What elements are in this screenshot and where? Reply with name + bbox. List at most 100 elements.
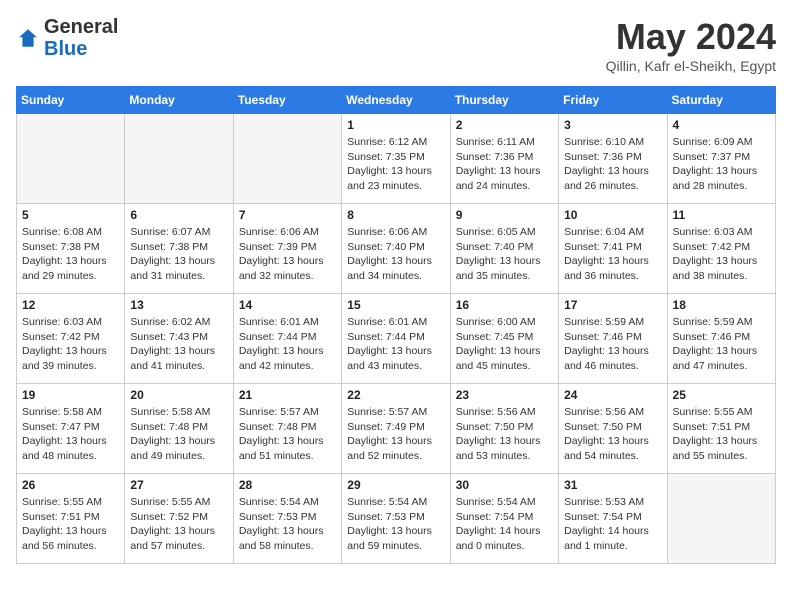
calendar-cell: 31Sunrise: 5:53 AMSunset: 7:54 PMDayligh… — [559, 474, 667, 564]
logo: General Blue — [16, 16, 118, 60]
cell-content: Sunrise: 5:56 AMSunset: 7:50 PMDaylight:… — [456, 405, 553, 464]
month-title: May 2024 — [606, 16, 776, 58]
day-number: 27 — [130, 478, 227, 492]
day-number: 3 — [564, 118, 661, 132]
cell-content: Sunrise: 5:57 AMSunset: 7:49 PMDaylight:… — [347, 405, 444, 464]
day-number: 7 — [239, 208, 336, 222]
cell-content: Sunrise: 5:58 AMSunset: 7:47 PMDaylight:… — [22, 405, 119, 464]
calendar-cell — [667, 474, 775, 564]
day-number: 2 — [456, 118, 553, 132]
calendar-cell: 24Sunrise: 5:56 AMSunset: 7:50 PMDayligh… — [559, 384, 667, 474]
day-number: 10 — [564, 208, 661, 222]
day-number: 20 — [130, 388, 227, 402]
logo-text: General Blue — [44, 16, 118, 60]
day-number: 19 — [22, 388, 119, 402]
title-area: May 2024 Qillin, Kafr el-Sheikh, Egypt — [606, 16, 776, 74]
weekday-header-row: SundayMondayTuesdayWednesdayThursdayFrid… — [17, 87, 776, 114]
calendar-cell: 7 Sunrise: 6:06 AMSunset: 7:39 PMDaylight… — [233, 204, 341, 294]
cell-content: Sunrise: 6:05 AMSunset: 7:40 PMDaylight:… — [456, 225, 553, 284]
page-header: General Blue May 2024 Qillin, Kafr el-Sh… — [16, 16, 776, 74]
cell-content: Sunrise: 6:00 AMSunset: 7:45 PMDaylight:… — [456, 315, 553, 374]
cell-content: Sunrise: 5:54 AMSunset: 7:54 PMDaylight:… — [456, 495, 553, 554]
day-number: 18 — [673, 298, 770, 312]
calendar-cell: 12Sunrise: 6:03 AMSunset: 7:42 PMDayligh… — [17, 294, 125, 384]
calendar-cell: 27 Sunrise: 5:55 AMSunset: 7:52 PMDayligh… — [125, 474, 233, 564]
calendar-cell: 15 Sunrise: 6:01 AMSunset: 7:44 PMDayligh… — [342, 294, 450, 384]
week-row-3: 12Sunrise: 6:03 AMSunset: 7:42 PMDayligh… — [17, 294, 776, 384]
day-number: 11 — [673, 208, 770, 222]
cell-content: Sunrise: 6:12 AMSunset: 7:35 PMDaylight:… — [347, 135, 444, 194]
calendar-cell: 26 Sunrise: 5:55 AMSunset: 7:51 PMDayligh… — [17, 474, 125, 564]
calendar-cell: 18 Sunrise: 5:59 AMSunset: 7:46 PMDayligh… — [667, 294, 775, 384]
weekday-header-monday: Monday — [125, 87, 233, 114]
calendar-cell: 6 Sunrise: 6:07 AMSunset: 7:38 PMDaylight… — [125, 204, 233, 294]
weekday-header-wednesday: Wednesday — [342, 87, 450, 114]
day-number: 5 — [22, 208, 119, 222]
calendar-cell: 1Sunrise: 6:12 AMSunset: 7:35 PMDaylight… — [342, 114, 450, 204]
calendar-cell: 28 Sunrise: 5:54 AMSunset: 7:53 PMDayligh… — [233, 474, 341, 564]
cell-content: Sunrise: 5:55 AMSunset: 7:51 PMDaylight:… — [22, 495, 119, 554]
day-number: 14 — [239, 298, 336, 312]
calendar-cell: 16 Sunrise: 6:00 AMSunset: 7:45 PMDayligh… — [450, 294, 558, 384]
calendar-cell: 22 Sunrise: 5:57 AMSunset: 7:49 PMDayligh… — [342, 384, 450, 474]
day-number: 31 — [564, 478, 661, 492]
calendar-cell: 9Sunrise: 6:05 AMSunset: 7:40 PMDaylight… — [450, 204, 558, 294]
calendar-cell — [17, 114, 125, 204]
cell-content: Sunrise: 5:59 AMSunset: 7:46 PMDaylight:… — [673, 315, 770, 374]
cell-content: Sunrise: 6:04 AMSunset: 7:41 PMDaylight:… — [564, 225, 661, 284]
day-number: 24 — [564, 388, 661, 402]
logo-general: General — [44, 16, 118, 38]
cell-content: Sunrise: 6:11 AMSunset: 7:36 PMDaylight:… — [456, 135, 553, 194]
cell-content: Sunrise: 6:08 AMSunset: 7:38 PMDaylight:… — [22, 225, 119, 284]
day-number: 23 — [456, 388, 553, 402]
weekday-header-friday: Friday — [559, 87, 667, 114]
cell-content: Sunrise: 6:06 AMSunset: 7:39 PMDaylight:… — [239, 225, 336, 284]
calendar-cell: 8Sunrise: 6:06 AMSunset: 7:40 PMDaylight… — [342, 204, 450, 294]
day-number: 25 — [673, 388, 770, 402]
calendar-cell: 23 Sunrise: 5:56 AMSunset: 7:50 PMDayligh… — [450, 384, 558, 474]
day-number: 12 — [22, 298, 119, 312]
day-number: 15 — [347, 298, 444, 312]
cell-content: Sunrise: 6:02 AMSunset: 7:43 PMDaylight:… — [130, 315, 227, 374]
week-row-4: 19 Sunrise: 5:58 AMSunset: 7:47 PMDayligh… — [17, 384, 776, 474]
day-number: 21 — [239, 388, 336, 402]
week-row-2: 5 Sunrise: 6:08 AMSunset: 7:38 PMDaylight… — [17, 204, 776, 294]
cell-content: Sunrise: 6:01 AMSunset: 7:44 PMDaylight:… — [347, 315, 444, 374]
day-number: 17 — [564, 298, 661, 312]
week-row-1: 1Sunrise: 6:12 AMSunset: 7:35 PMDaylight… — [17, 114, 776, 204]
logo-blue: Blue — [44, 38, 87, 60]
day-number: 26 — [22, 478, 119, 492]
day-number: 8 — [347, 208, 444, 222]
calendar-cell: 4 Sunrise: 6:09 AMSunset: 7:37 PMDaylight… — [667, 114, 775, 204]
cell-content: Sunrise: 5:54 AMSunset: 7:53 PMDaylight:… — [347, 495, 444, 554]
cell-content: Sunrise: 6:09 AMSunset: 7:37 PMDaylight:… — [673, 135, 770, 194]
cell-content: Sunrise: 5:58 AMSunset: 7:48 PMDaylight:… — [130, 405, 227, 464]
day-number: 6 — [130, 208, 227, 222]
cell-content: Sunrise: 6:01 AMSunset: 7:44 PMDaylight:… — [239, 315, 336, 374]
location: Qillin, Kafr el-Sheikh, Egypt — [606, 58, 776, 74]
cell-content: Sunrise: 5:55 AMSunset: 7:51 PMDaylight:… — [673, 405, 770, 464]
day-number: 29 — [347, 478, 444, 492]
day-number: 4 — [673, 118, 770, 132]
calendar-cell: 14 Sunrise: 6:01 AMSunset: 7:44 PMDayligh… — [233, 294, 341, 384]
day-number: 16 — [456, 298, 553, 312]
calendar-cell: 19 Sunrise: 5:58 AMSunset: 7:47 PMDayligh… — [17, 384, 125, 474]
weekday-header-saturday: Saturday — [667, 87, 775, 114]
cell-content: Sunrise: 6:07 AMSunset: 7:38 PMDaylight:… — [130, 225, 227, 284]
calendar-cell: 30 Sunrise: 5:54 AMSunset: 7:54 PMDayligh… — [450, 474, 558, 564]
calendar-cell: 5 Sunrise: 6:08 AMSunset: 7:38 PMDaylight… — [17, 204, 125, 294]
day-number: 22 — [347, 388, 444, 402]
calendar-cell: 21Sunrise: 5:57 AMSunset: 7:48 PMDayligh… — [233, 384, 341, 474]
day-number: 28 — [239, 478, 336, 492]
calendar-cell: 2 Sunrise: 6:11 AMSunset: 7:36 PMDaylight… — [450, 114, 558, 204]
cell-content: Sunrise: 5:54 AMSunset: 7:53 PMDaylight:… — [239, 495, 336, 554]
calendar-cell: 11Sunrise: 6:03 AMSunset: 7:42 PMDayligh… — [667, 204, 775, 294]
calendar-cell: 13Sunrise: 6:02 AMSunset: 7:43 PMDayligh… — [125, 294, 233, 384]
cell-content: Sunrise: 5:55 AMSunset: 7:52 PMDaylight:… — [130, 495, 227, 554]
calendar-cell: 10 Sunrise: 6:04 AMSunset: 7:41 PMDayligh… — [559, 204, 667, 294]
cell-content: Sunrise: 5:59 AMSunset: 7:46 PMDaylight:… — [564, 315, 661, 374]
cell-content: Sunrise: 6:10 AMSunset: 7:36 PMDaylight:… — [564, 135, 661, 194]
day-number: 30 — [456, 478, 553, 492]
weekday-header-tuesday: Tuesday — [233, 87, 341, 114]
calendar-cell: 17 Sunrise: 5:59 AMSunset: 7:46 PMDayligh… — [559, 294, 667, 384]
